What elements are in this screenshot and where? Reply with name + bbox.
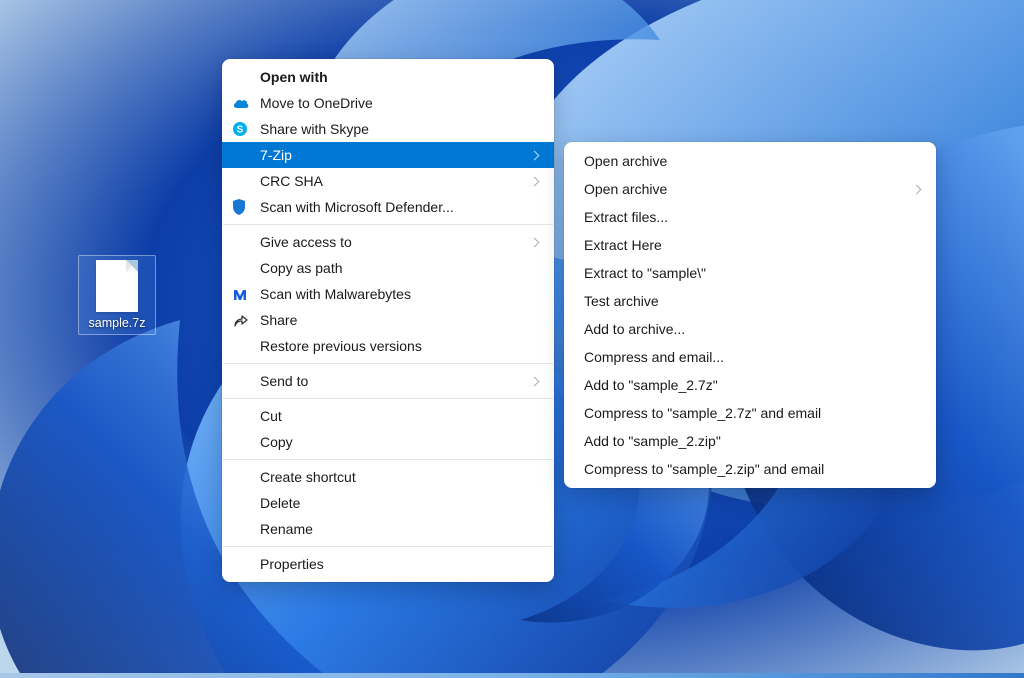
submenu-item-open-archive[interactable]: Open archive	[564, 147, 936, 175]
svg-text:S: S	[237, 125, 244, 136]
menu-item-send-to[interactable]: Send to	[222, 368, 554, 394]
blank-icon	[232, 337, 254, 355]
blank-icon	[232, 468, 254, 486]
submenu-item-compress-zip-and-email[interactable]: Compress to "sample_2.zip" and email	[564, 455, 936, 483]
menu-item-rename[interactable]: Rename	[222, 516, 554, 542]
menu-item-open-with[interactable]: Open with	[222, 64, 554, 90]
submenu-item-extract-here[interactable]: Extract Here	[564, 231, 936, 259]
submenu-item-add-to-7z[interactable]: Add to "sample_2.7z"	[564, 371, 936, 399]
blank-icon	[232, 259, 254, 277]
menu-item-give-access-to[interactable]: Give access to	[222, 229, 554, 255]
menu-item-scan-defender[interactable]: Scan with Microsoft Defender...	[222, 194, 554, 220]
blank-icon	[232, 372, 254, 390]
chevron-right-icon	[530, 176, 540, 186]
submenu-item-extract-files[interactable]: Extract files...	[564, 203, 936, 231]
menu-item-copy[interactable]: Copy	[222, 429, 554, 455]
submenu-item-add-to-archive[interactable]: Add to archive...	[564, 315, 936, 343]
submenu-item-extract-to-folder[interactable]: Extract to "sample\"	[564, 259, 936, 287]
blank-icon	[232, 433, 254, 451]
menu-item-cut[interactable]: Cut	[222, 403, 554, 429]
desktop-file-sample-7z[interactable]: sample.7z	[78, 255, 156, 335]
chevron-right-icon	[912, 184, 922, 194]
blank-icon	[232, 494, 254, 512]
menu-item-move-to-onedrive[interactable]: Move to OneDrive	[222, 90, 554, 116]
menu-item-restore-previous-versions[interactable]: Restore previous versions	[222, 333, 554, 359]
submenu-item-compress-7z-and-email[interactable]: Compress to "sample_2.7z" and email	[564, 399, 936, 427]
menu-item-share[interactable]: Share	[222, 307, 554, 333]
submenu-item-open-archive-as[interactable]: Open archive	[564, 175, 936, 203]
desktop-file-label: sample.7z	[89, 316, 146, 330]
blank-icon	[232, 68, 254, 86]
file-icon	[96, 260, 138, 312]
blank-icon	[232, 520, 254, 538]
submenu-item-compress-and-email[interactable]: Compress and email...	[564, 343, 936, 371]
menu-item-create-shortcut[interactable]: Create shortcut	[222, 464, 554, 490]
menu-separator	[223, 398, 553, 399]
submenu-7zip: Open archive Open archive Extract files.…	[564, 142, 936, 488]
blank-icon	[232, 146, 254, 164]
menu-separator	[223, 224, 553, 225]
menu-item-share-with-skype[interactable]: S Share with Skype	[222, 116, 554, 142]
context-menu: Open with Move to OneDrive S Share with …	[222, 59, 554, 582]
blank-icon	[232, 172, 254, 190]
menu-item-delete[interactable]: Delete	[222, 490, 554, 516]
submenu-item-add-to-zip[interactable]: Add to "sample_2.zip"	[564, 427, 936, 455]
blank-icon	[232, 555, 254, 573]
chevron-right-icon	[530, 376, 540, 386]
malwarebytes-icon	[232, 285, 254, 303]
menu-separator	[223, 546, 553, 547]
share-icon	[232, 311, 254, 329]
chevron-right-icon	[530, 237, 540, 247]
skype-icon: S	[232, 120, 254, 138]
onedrive-icon	[232, 94, 254, 112]
menu-item-properties[interactable]: Properties	[222, 551, 554, 577]
menu-item-7zip[interactable]: 7-Zip	[222, 142, 554, 168]
submenu-item-test-archive[interactable]: Test archive	[564, 287, 936, 315]
blank-icon	[232, 233, 254, 251]
defender-shield-icon	[232, 198, 254, 216]
menu-separator	[223, 363, 553, 364]
menu-item-copy-as-path[interactable]: Copy as path	[222, 255, 554, 281]
chevron-right-icon	[530, 150, 540, 160]
menu-separator	[223, 459, 553, 460]
menu-item-scan-malwarebytes[interactable]: Scan with Malwarebytes	[222, 281, 554, 307]
blank-icon	[232, 407, 254, 425]
menu-item-crc-sha[interactable]: CRC SHA	[222, 168, 554, 194]
